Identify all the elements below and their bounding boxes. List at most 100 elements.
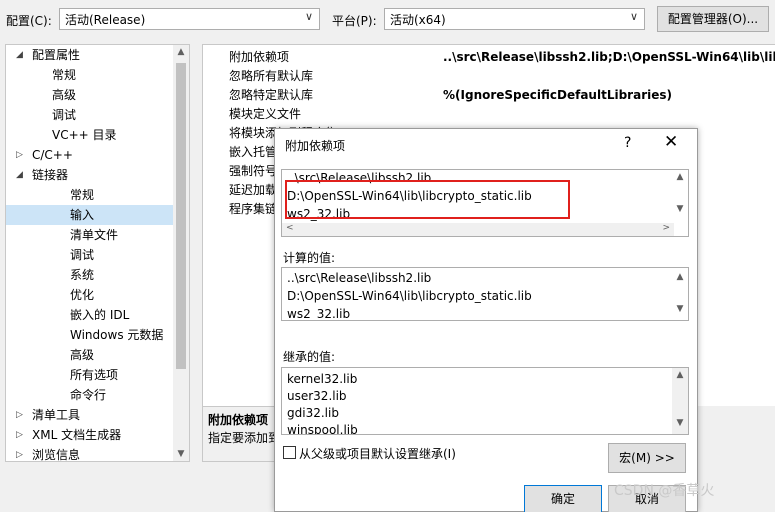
tree-item[interactable]: ◢ 链接器: [6, 165, 174, 185]
edit-hscrollbar[interactable]: < >: [282, 223, 674, 236]
scroll-thumb[interactable]: [176, 63, 186, 369]
ok-button[interactable]: 确定: [524, 485, 602, 512]
scroll-down-icon[interactable]: ▼: [672, 304, 688, 314]
scroll-up-icon[interactable]: ▲: [672, 172, 688, 182]
chevron-down-icon: ∨: [629, 10, 638, 23]
tree-item[interactable]: VC++ 目录: [6, 125, 174, 145]
tree-item[interactable]: 嵌入的 IDL: [6, 305, 174, 325]
tree-item[interactable]: 命令行: [6, 385, 174, 405]
description-title: 附加依赖项: [208, 413, 269, 427]
property-name[interactable]: 强制符号: [229, 162, 277, 181]
watermark: CSDN @香草火: [614, 483, 715, 499]
tree-item[interactable]: ▷ C/C++: [6, 145, 174, 165]
additional-dependencies-dialog: 附加依赖项 ? ✕ ..\src\Release\libssh2.lib D:\…: [274, 128, 698, 512]
property-name[interactable]: 嵌入托管: [229, 143, 277, 162]
property-name[interactable]: 忽略所有默认库: [229, 67, 313, 86]
configuration-dropdown[interactable]: 活动(Release) ∨: [59, 8, 320, 30]
inherit-checkbox[interactable]: [283, 446, 296, 459]
tree-item-label: 清单文件: [70, 228, 119, 242]
tree-item[interactable]: 清单文件: [6, 225, 174, 245]
tree-item[interactable]: 常规: [6, 65, 174, 85]
tree-item[interactable]: 输入: [6, 205, 174, 225]
scroll-left-icon[interactable]: <: [286, 223, 294, 233]
collapsed-icon[interactable]: ▷: [16, 445, 23, 461]
expanded-icon[interactable]: ◢: [16, 165, 23, 185]
expanded-icon[interactable]: ◢: [16, 45, 23, 65]
property-name[interactable]: 程序集链: [229, 200, 277, 219]
close-icon[interactable]: ✕: [664, 132, 678, 152]
tree-item[interactable]: ◢ 配置属性: [6, 45, 174, 65]
platform-value: 活动(x64): [390, 13, 446, 27]
tree-item-label: 调试: [70, 248, 95, 262]
tree-item[interactable]: ▷ 清单工具: [6, 405, 174, 425]
scroll-up-icon[interactable]: ▲: [672, 272, 688, 282]
computed-line: D:\OpenSSL-Win64\lib\libcrypto_static.li…: [287, 289, 532, 303]
scroll-up-icon[interactable]: ▲: [672, 370, 688, 380]
collapsed-icon[interactable]: ▷: [16, 425, 23, 445]
macro-button[interactable]: 宏(M) >>: [608, 443, 686, 473]
tree-item-label: 优化: [70, 288, 95, 302]
inherit-checkbox-label[interactable]: 从父级或项目默认设置继承(I): [299, 445, 456, 462]
inherited-line: winspool.lib: [287, 423, 358, 435]
tree-item[interactable]: 优化: [6, 285, 174, 305]
property-name[interactable]: 延迟加载: [229, 181, 277, 200]
tree-item[interactable]: Windows 元数据: [6, 325, 174, 345]
highlight-annotation: [285, 180, 570, 219]
computed-values-box: ..\src\Release\libssh2.lib D:\OpenSSL-Wi…: [281, 267, 689, 321]
config-label: 配置(C):: [6, 14, 52, 28]
scroll-down-icon[interactable]: ▼: [173, 449, 189, 459]
inherited-values-box: kernel32.lib user32.lib gdi32.lib winspo…: [281, 367, 689, 435]
chevron-down-icon: ∨: [304, 10, 313, 23]
tree-item[interactable]: 调试: [6, 105, 174, 125]
inherited-line: kernel32.lib: [287, 372, 358, 386]
config-toolbar: 配置(C): 活动(Release) ∨ 平台(P): 活动(x64) ∨ 配置…: [0, 0, 775, 40]
tree-item-label: 所有选项: [70, 368, 119, 382]
property-value[interactable]: ..\src\Release\libssh2.lib;D:\OpenSSL-Wi…: [443, 48, 775, 67]
tree-item-label: 常规: [52, 68, 77, 82]
tree-item-label: 高级: [70, 348, 95, 362]
tree-item-label: 调试: [52, 108, 77, 122]
tree-item-label: 清单工具: [32, 408, 81, 422]
tree-item-label: 常规: [70, 188, 95, 202]
property-name[interactable]: 忽略特定默认库: [229, 86, 313, 105]
property-name[interactable]: 附加依赖项: [229, 48, 289, 67]
description-panel: 附加依赖项 指定要添加到: [202, 406, 282, 462]
inherited-line: user32.lib: [287, 389, 347, 403]
tree-item[interactable]: ▷ XML 文档生成器: [6, 425, 174, 445]
platform-label: 平台(P):: [332, 14, 377, 28]
platform-dropdown[interactable]: 活动(x64) ∨: [384, 8, 645, 30]
tree-item[interactable]: 高级: [6, 85, 174, 105]
scroll-down-icon[interactable]: ▼: [672, 204, 688, 214]
inherited-scrollbar[interactable]: ▲ ▼: [672, 368, 688, 434]
tree-item-label: 输入: [70, 208, 95, 222]
tree-item[interactable]: ▷ 浏览信息: [6, 445, 174, 462]
tree-item[interactable]: 调试: [6, 245, 174, 265]
property-name[interactable]: 模块定义文件: [229, 105, 301, 124]
tree-item-label: 系统: [70, 268, 95, 282]
computed-values-label: 计算的值:: [283, 251, 336, 265]
tree-item-label: C/C++: [32, 148, 73, 162]
tree-item[interactable]: 所有选项: [6, 365, 174, 385]
scroll-down-icon[interactable]: ▼: [672, 418, 688, 428]
tree-item-label: 浏览信息: [32, 448, 81, 462]
tree-item[interactable]: 常规: [6, 185, 174, 205]
tree-item[interactable]: 高级: [6, 345, 174, 365]
dialog-title: 附加依赖项: [285, 139, 346, 153]
property-tree: ◢ 配置属性 常规 高级 调试 VC++ 目录 ▷ C/C++ ◢ 链接器 常规 输入 清单文件 调试 系统…: [5, 44, 190, 462]
inherited-line: gdi32.lib: [287, 406, 339, 420]
inherited-values-label: 继承的值:: [283, 350, 336, 364]
tree-scrollbar[interactable]: ▲ ▼: [173, 45, 189, 461]
tree-item-label: XML 文档生成器: [32, 428, 122, 442]
config-manager-button[interactable]: 配置管理器(O)...: [657, 6, 769, 32]
tree-item-label: 命令行: [70, 388, 107, 402]
collapsed-icon[interactable]: ▷: [16, 405, 23, 425]
collapsed-icon[interactable]: ▷: [16, 145, 23, 165]
computed-line: ws2_32.lib: [287, 307, 351, 321]
description-text: 指定要添加到: [208, 431, 281, 445]
help-icon[interactable]: ?: [624, 135, 631, 151]
scroll-up-icon[interactable]: ▲: [173, 47, 189, 57]
scroll-right-icon[interactable]: >: [662, 223, 670, 233]
tree-item[interactable]: 系统: [6, 265, 174, 285]
tree-item-label: VC++ 目录: [52, 128, 117, 142]
property-value[interactable]: %(IgnoreSpecificDefaultLibraries): [443, 86, 672, 105]
